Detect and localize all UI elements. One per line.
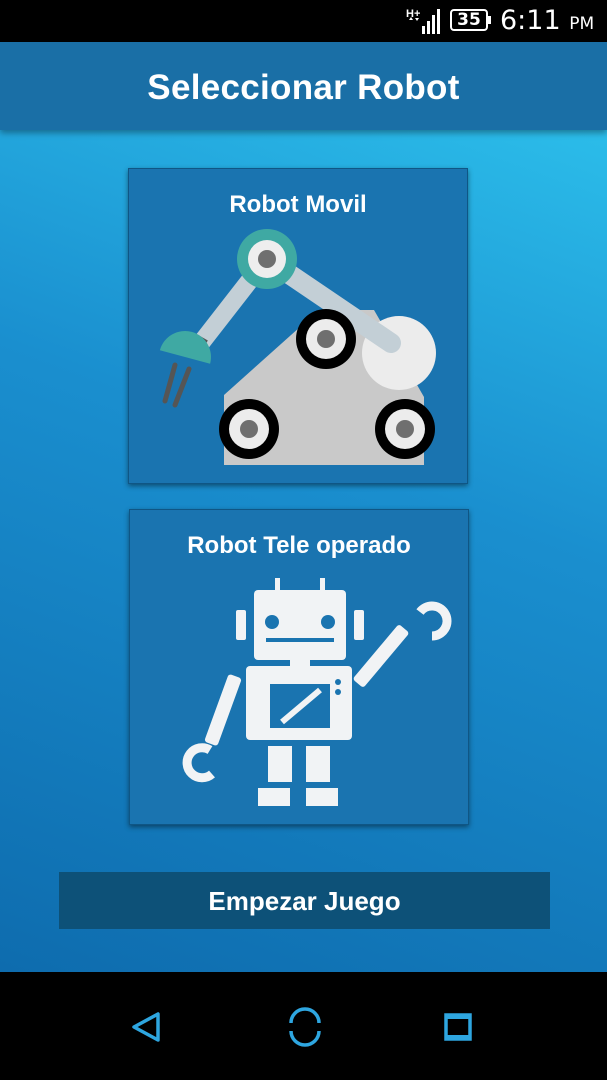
home-circle-icon[interactable] bbox=[280, 1002, 330, 1052]
teleoperated-robot-icon bbox=[182, 578, 452, 806]
signal-icon: H+ bbox=[406, 6, 442, 36]
app-content: Seleccionar Robot Robot Movil Robot Tele… bbox=[0, 42, 607, 972]
navigation-bar bbox=[0, 972, 607, 1080]
status-bar: H+ 35 6:11 PM bbox=[0, 0, 607, 42]
back-triangle-icon[interactable] bbox=[123, 1002, 173, 1052]
mobile-robot-arm-icon bbox=[159, 229, 436, 465]
robot-card-movil[interactable]: Robot Movil bbox=[128, 168, 468, 484]
page-title: Seleccionar Robot bbox=[147, 68, 460, 107]
clock: 6:11 PM bbox=[500, 4, 594, 41]
start-game-button[interactable]: Empezar Juego bbox=[59, 872, 550, 929]
recent-apps-square-icon[interactable] bbox=[434, 1002, 484, 1052]
robot-card-title: Robot Movil bbox=[229, 191, 367, 218]
app-bar: Seleccionar Robot bbox=[0, 42, 607, 130]
clock-ampm: PM bbox=[569, 14, 595, 34]
robot-card-title: Robot Tele operado bbox=[187, 532, 411, 559]
clock-time: 6:11 bbox=[500, 5, 561, 36]
robot-card-tele[interactable]: Robot Tele operado bbox=[129, 509, 469, 825]
battery-indicator: 35 bbox=[450, 9, 491, 31]
